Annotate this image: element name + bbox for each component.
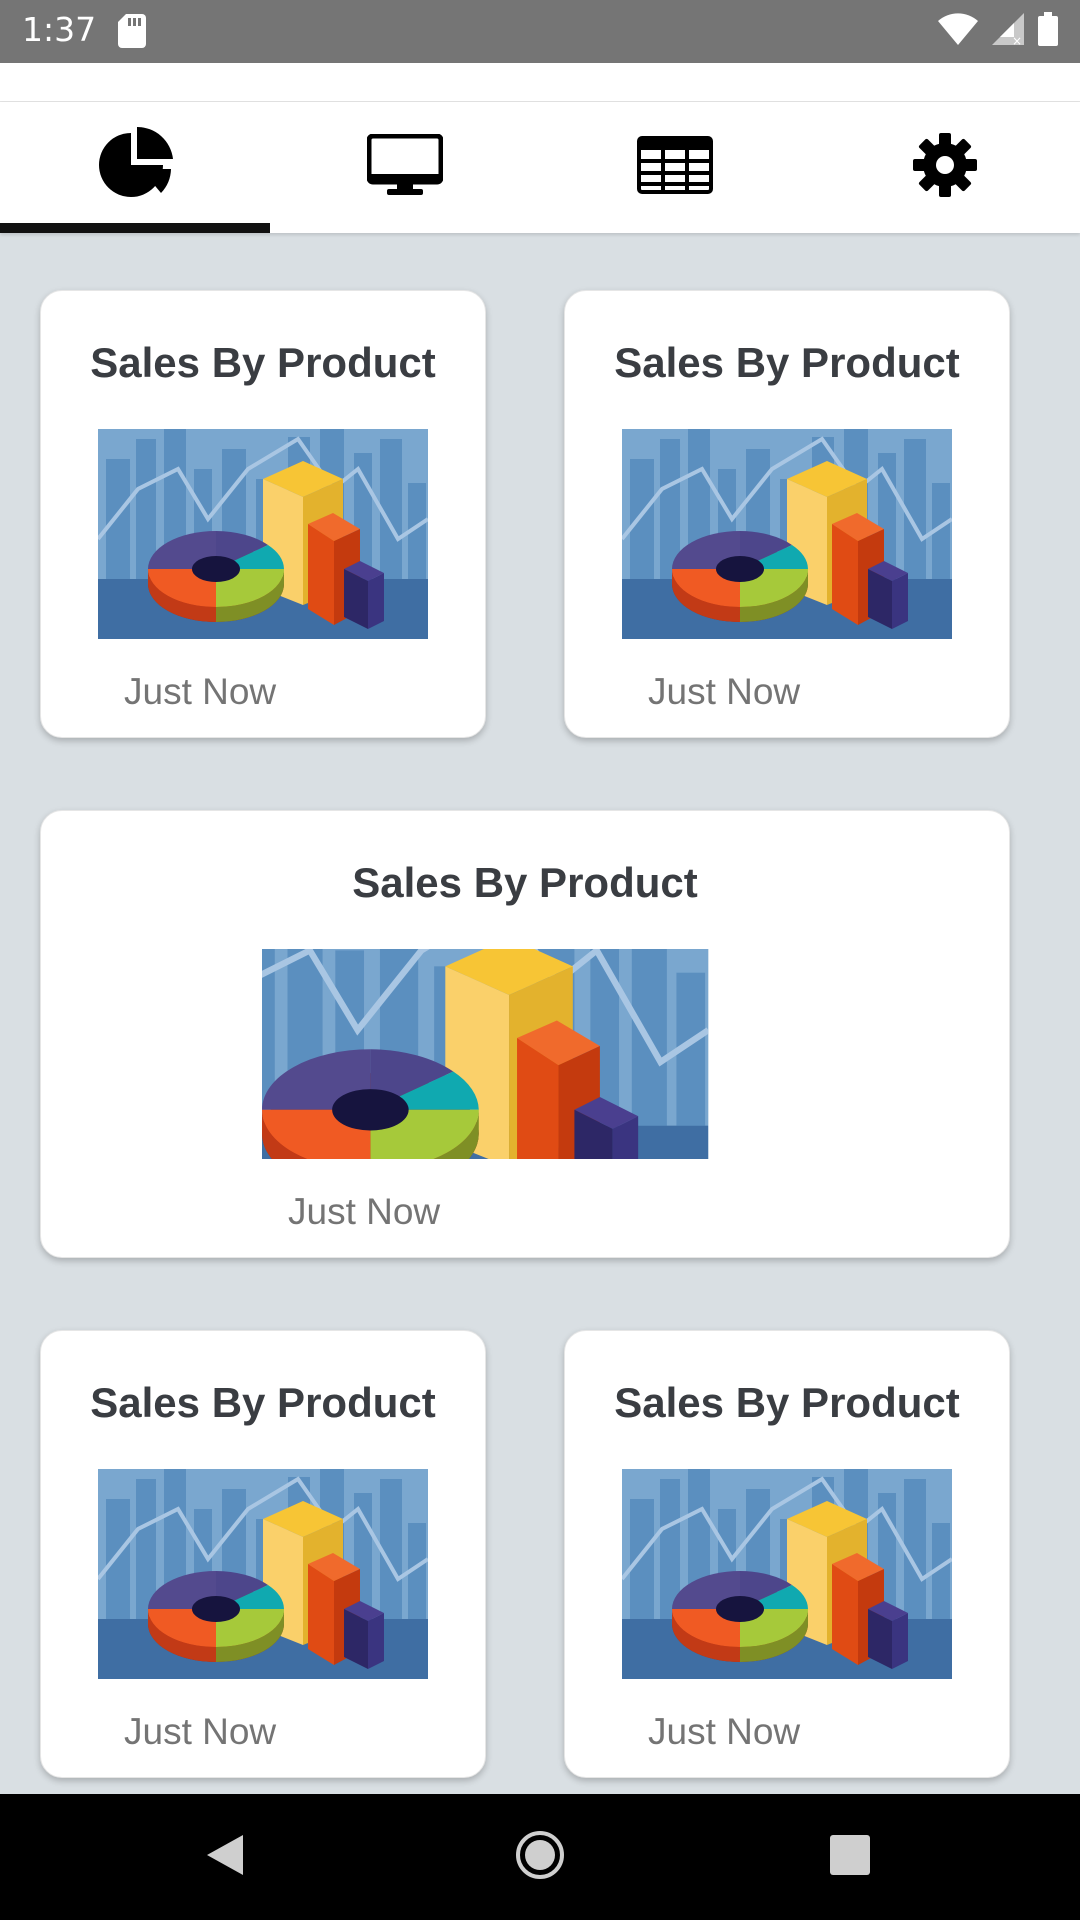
card-timestamp: Just Now — [648, 1711, 801, 1752]
monitor-icon — [366, 133, 444, 201]
report-card-wide[interactable]: Sales By Product Just Now — [40, 810, 1010, 1258]
card-timestamp: Just Now — [124, 1711, 277, 1752]
card-timestamp: Just Now — [648, 671, 801, 712]
report-card[interactable]: Sales By Product Just Now — [564, 1330, 1010, 1778]
app-bar — [0, 63, 1080, 102]
card-title: Sales By Product — [614, 1379, 960, 1426]
recents-button[interactable] — [805, 1794, 895, 1920]
report-thumbnail — [98, 1469, 428, 1679]
back-icon — [205, 1833, 245, 1882]
system-nav-bar — [0, 1794, 1080, 1920]
card-title: Sales By Product — [90, 1379, 436, 1426]
report-card[interactable]: Sales By Product Just Now — [40, 1330, 486, 1778]
report-thumbnail — [622, 1469, 952, 1679]
status-time: 1:37 — [22, 10, 97, 49]
card-title: Sales By Product — [90, 339, 436, 386]
home-button[interactable] — [495, 1794, 585, 1920]
card-title: Sales By Product — [614, 339, 960, 386]
signal-icon: × — [992, 13, 1024, 50]
gear-icon — [913, 133, 977, 202]
tab-tables[interactable] — [540, 102, 810, 233]
battery-icon — [1038, 12, 1058, 51]
tab-dashboards[interactable] — [270, 102, 540, 233]
report-card[interactable]: Sales By Product Just Now — [40, 290, 486, 738]
tab-bar — [0, 102, 1080, 233]
recents-icon — [830, 1834, 870, 1880]
svg-text:×: × — [1012, 34, 1022, 45]
back-button[interactable] — [180, 1794, 270, 1920]
tab-indicator — [0, 223, 270, 233]
report-card[interactable]: Sales By Product Just Now — [564, 290, 1010, 738]
card-title: Sales By Product — [352, 859, 698, 906]
report-thumbnail — [262, 949, 788, 1159]
wifi-icon — [938, 13, 978, 50]
card-timestamp: Just Now — [124, 671, 277, 712]
tab-settings[interactable] — [810, 102, 1080, 233]
tab-reports[interactable] — [0, 102, 270, 233]
card-timestamp: Just Now — [288, 1191, 441, 1232]
report-thumbnail — [622, 429, 952, 639]
status-bar: 1:37 × — [0, 0, 1080, 63]
table-icon — [637, 136, 713, 199]
pie-chart-icon — [97, 126, 173, 208]
home-icon — [515, 1830, 565, 1885]
sd-card-icon — [118, 14, 146, 53]
report-thumbnail — [98, 429, 428, 639]
